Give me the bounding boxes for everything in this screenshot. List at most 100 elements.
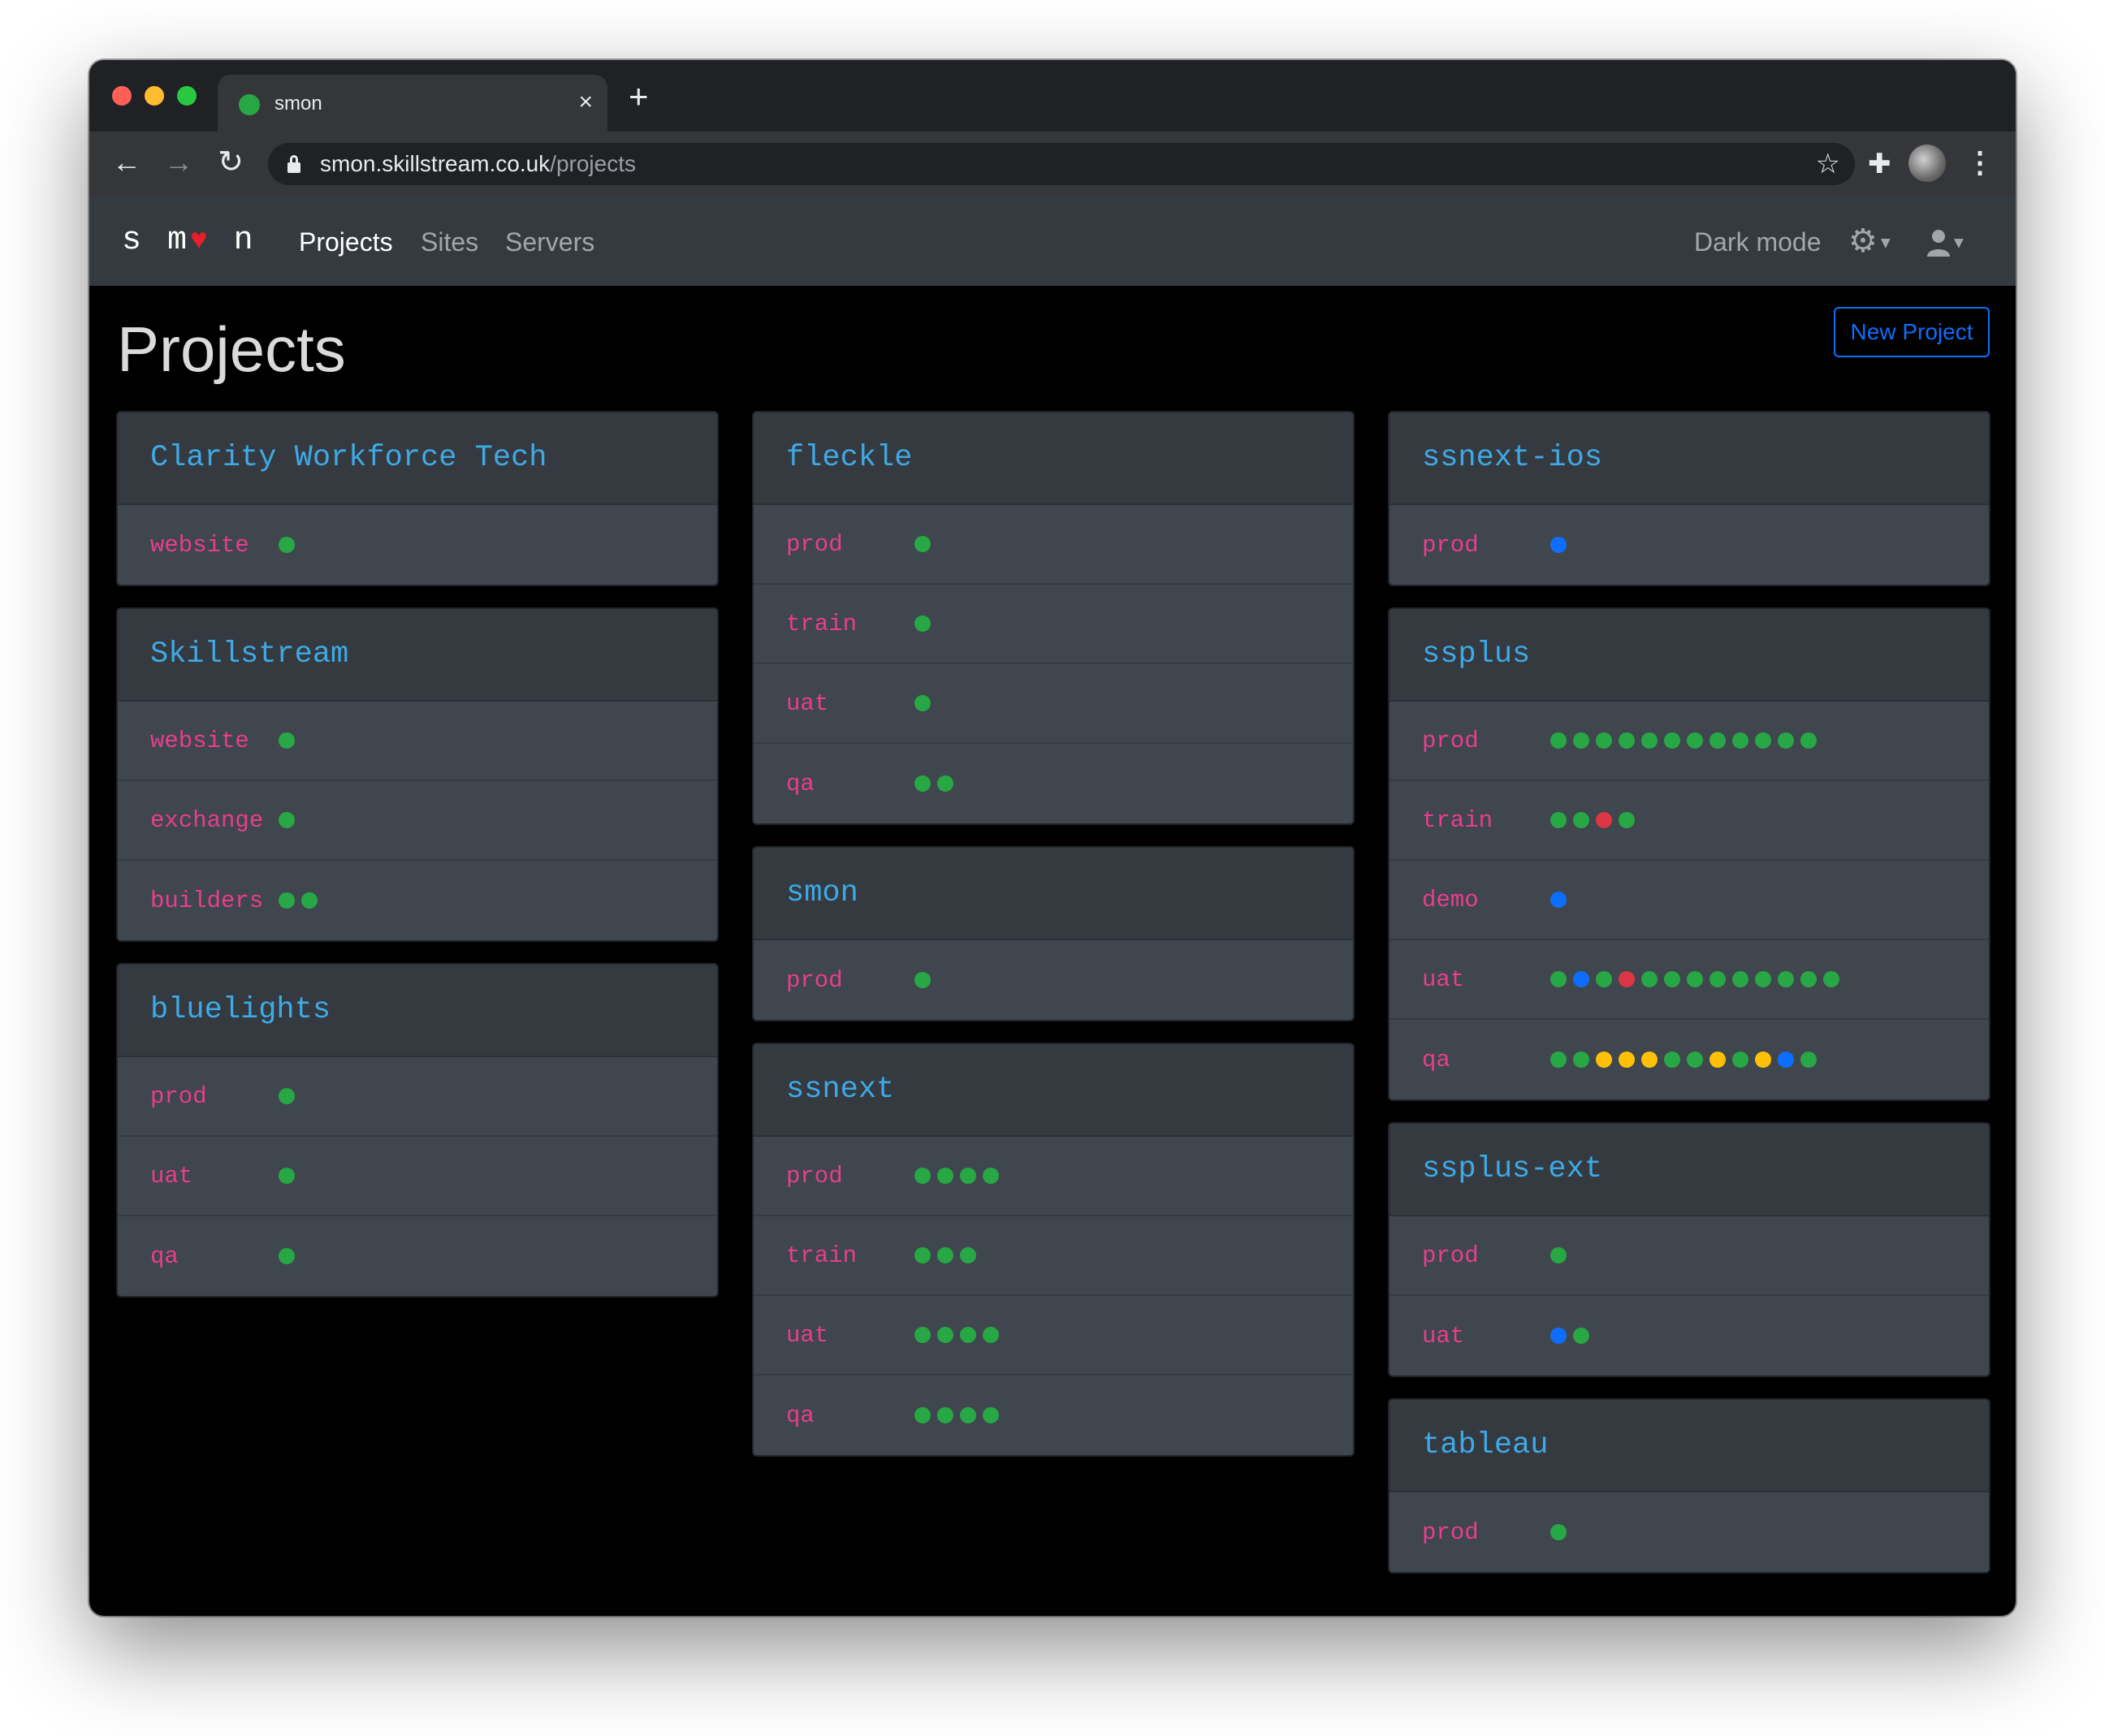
status-dot-yellow[interactable] xyxy=(1619,1052,1635,1068)
status-dot-red[interactable] xyxy=(1619,971,1635,987)
status-dot-green[interactable] xyxy=(1732,1052,1748,1068)
browser-menu-icon[interactable]: ⋮ xyxy=(1965,143,1995,182)
project-title-link[interactable]: Clarity Workforce Tech xyxy=(150,441,547,475)
site-name-link[interactable]: website xyxy=(150,532,279,559)
project-title-link[interactable]: ssplus xyxy=(1422,637,1530,672)
status-dot-green[interactable] xyxy=(1641,732,1658,749)
status-dot-green[interactable] xyxy=(1664,732,1680,749)
status-dot-green[interactable] xyxy=(1710,732,1726,749)
status-dot-green[interactable] xyxy=(914,1407,931,1423)
status-dot-green[interactable] xyxy=(960,1327,976,1343)
status-dot-green[interactable] xyxy=(1800,732,1817,749)
status-dot-green[interactable] xyxy=(279,1088,295,1104)
status-dot-green[interactable] xyxy=(960,1168,976,1184)
status-dot-green[interactable] xyxy=(914,695,931,711)
project-title-link[interactable]: Skillstream xyxy=(150,637,348,672)
status-dot-green[interactable] xyxy=(1573,1328,1589,1344)
site-name-link[interactable]: uat xyxy=(786,1322,914,1349)
reload-icon[interactable]: ↻ xyxy=(213,145,249,180)
status-dot-green[interactable] xyxy=(1778,732,1794,749)
status-dot-green[interactable] xyxy=(914,536,931,552)
status-dot-green[interactable] xyxy=(1550,1247,1567,1263)
status-dot-green[interactable] xyxy=(279,537,295,553)
site-name-link[interactable]: qa xyxy=(1422,1047,1550,1073)
status-dot-green[interactable] xyxy=(937,1247,953,1263)
forward-arrow-icon[interactable]: → xyxy=(161,145,197,180)
status-dot-yellow[interactable] xyxy=(1641,1052,1658,1068)
status-dot-green[interactable] xyxy=(1619,732,1635,749)
profile-avatar-icon[interactable] xyxy=(1908,145,1946,182)
project-title-link[interactable]: tableau xyxy=(1422,1428,1548,1462)
status-dot-green[interactable] xyxy=(983,1407,999,1423)
project-title-link[interactable]: ssplus-ext xyxy=(1422,1152,1602,1186)
status-dot-green[interactable] xyxy=(983,1168,999,1184)
status-dot-green[interactable] xyxy=(1573,1052,1589,1068)
site-name-link[interactable]: prod xyxy=(1422,1519,1550,1546)
dark-mode-toggle[interactable]: Dark mode xyxy=(1694,226,1822,258)
status-dot-yellow[interactable] xyxy=(1710,1052,1726,1068)
status-dot-green[interactable] xyxy=(1550,732,1567,749)
site-name-link[interactable]: prod xyxy=(786,1163,914,1190)
status-dot-green[interactable] xyxy=(1755,971,1771,987)
site-name-link[interactable]: train xyxy=(1422,807,1550,834)
status-dot-green[interactable] xyxy=(914,972,931,988)
site-name-link[interactable]: uat xyxy=(786,690,914,717)
status-dot-green[interactable] xyxy=(1664,971,1680,987)
site-name-link[interactable]: prod xyxy=(786,531,914,558)
status-dot-green[interactable] xyxy=(914,775,931,792)
project-title-link[interactable]: bluelights xyxy=(150,993,331,1027)
status-dot-green[interactable] xyxy=(914,1327,931,1343)
status-dot-blue[interactable] xyxy=(1550,537,1567,553)
status-dot-green[interactable] xyxy=(937,775,953,792)
status-dot-yellow[interactable] xyxy=(1755,1052,1771,1068)
site-name-link[interactable]: qa xyxy=(150,1243,279,1270)
site-name-link[interactable]: qa xyxy=(786,1402,914,1429)
lock-icon[interactable] xyxy=(287,155,300,173)
url-text[interactable]: smon.skillstream.co.uk/projects xyxy=(320,149,636,179)
status-dot-green[interactable] xyxy=(937,1327,953,1343)
status-dot-green[interactable] xyxy=(1710,971,1726,987)
site-name-link[interactable]: demo xyxy=(1422,887,1550,913)
status-dot-green[interactable] xyxy=(1550,812,1567,828)
status-dot-green[interactable] xyxy=(1823,971,1839,987)
status-dot-green[interactable] xyxy=(279,812,295,828)
status-dot-green[interactable] xyxy=(914,1168,931,1184)
status-dot-green[interactable] xyxy=(301,892,318,909)
nav-link-sites[interactable]: Sites xyxy=(421,226,478,258)
site-name-link[interactable]: uat xyxy=(1422,1323,1550,1350)
project-title-link[interactable]: fleckle xyxy=(786,441,912,475)
status-dot-green[interactable] xyxy=(1573,812,1589,828)
status-dot-yellow[interactable] xyxy=(1596,1052,1612,1068)
window-maximize-button[interactable] xyxy=(177,86,197,106)
status-dot-green[interactable] xyxy=(1596,971,1612,987)
site-name-link[interactable]: train xyxy=(786,611,914,637)
browser-tab[interactable]: smon × xyxy=(218,75,607,132)
site-name-link[interactable]: prod xyxy=(150,1083,279,1110)
project-title-link[interactable]: ssnext-ios xyxy=(1422,441,1602,475)
bookmark-star-icon[interactable]: ☆ xyxy=(1816,148,1840,180)
project-title-link[interactable]: smon xyxy=(786,876,858,910)
new-tab-button[interactable]: + xyxy=(629,80,649,114)
status-dot-green[interactable] xyxy=(279,732,295,749)
status-dot-green[interactable] xyxy=(1687,1052,1703,1068)
site-name-link[interactable]: prod xyxy=(786,967,914,994)
site-name-link[interactable]: prod xyxy=(1422,1242,1550,1269)
status-dot-green[interactable] xyxy=(1732,971,1748,987)
status-dot-blue[interactable] xyxy=(1550,892,1567,908)
nav-link-servers[interactable]: Servers xyxy=(505,226,594,258)
status-dot-green[interactable] xyxy=(914,1247,931,1263)
window-minimize-button[interactable] xyxy=(145,86,164,106)
status-dot-green[interactable] xyxy=(1800,971,1817,987)
status-dot-green[interactable] xyxy=(937,1168,953,1184)
brand-logo[interactable]: s m♥ n xyxy=(122,221,257,261)
status-dot-green[interactable] xyxy=(1619,812,1635,828)
status-dot-green[interactable] xyxy=(1778,971,1794,987)
status-dot-green[interactable] xyxy=(1573,732,1589,749)
status-dot-green[interactable] xyxy=(1687,971,1703,987)
settings-dropdown[interactable]: ⚙▼ xyxy=(1848,221,1894,263)
site-name-link[interactable]: website xyxy=(150,728,279,754)
status-dot-green[interactable] xyxy=(914,615,931,632)
site-name-link[interactable]: uat xyxy=(150,1163,279,1190)
status-dot-blue[interactable] xyxy=(1573,971,1589,987)
site-name-link[interactable]: prod xyxy=(1422,728,1550,754)
